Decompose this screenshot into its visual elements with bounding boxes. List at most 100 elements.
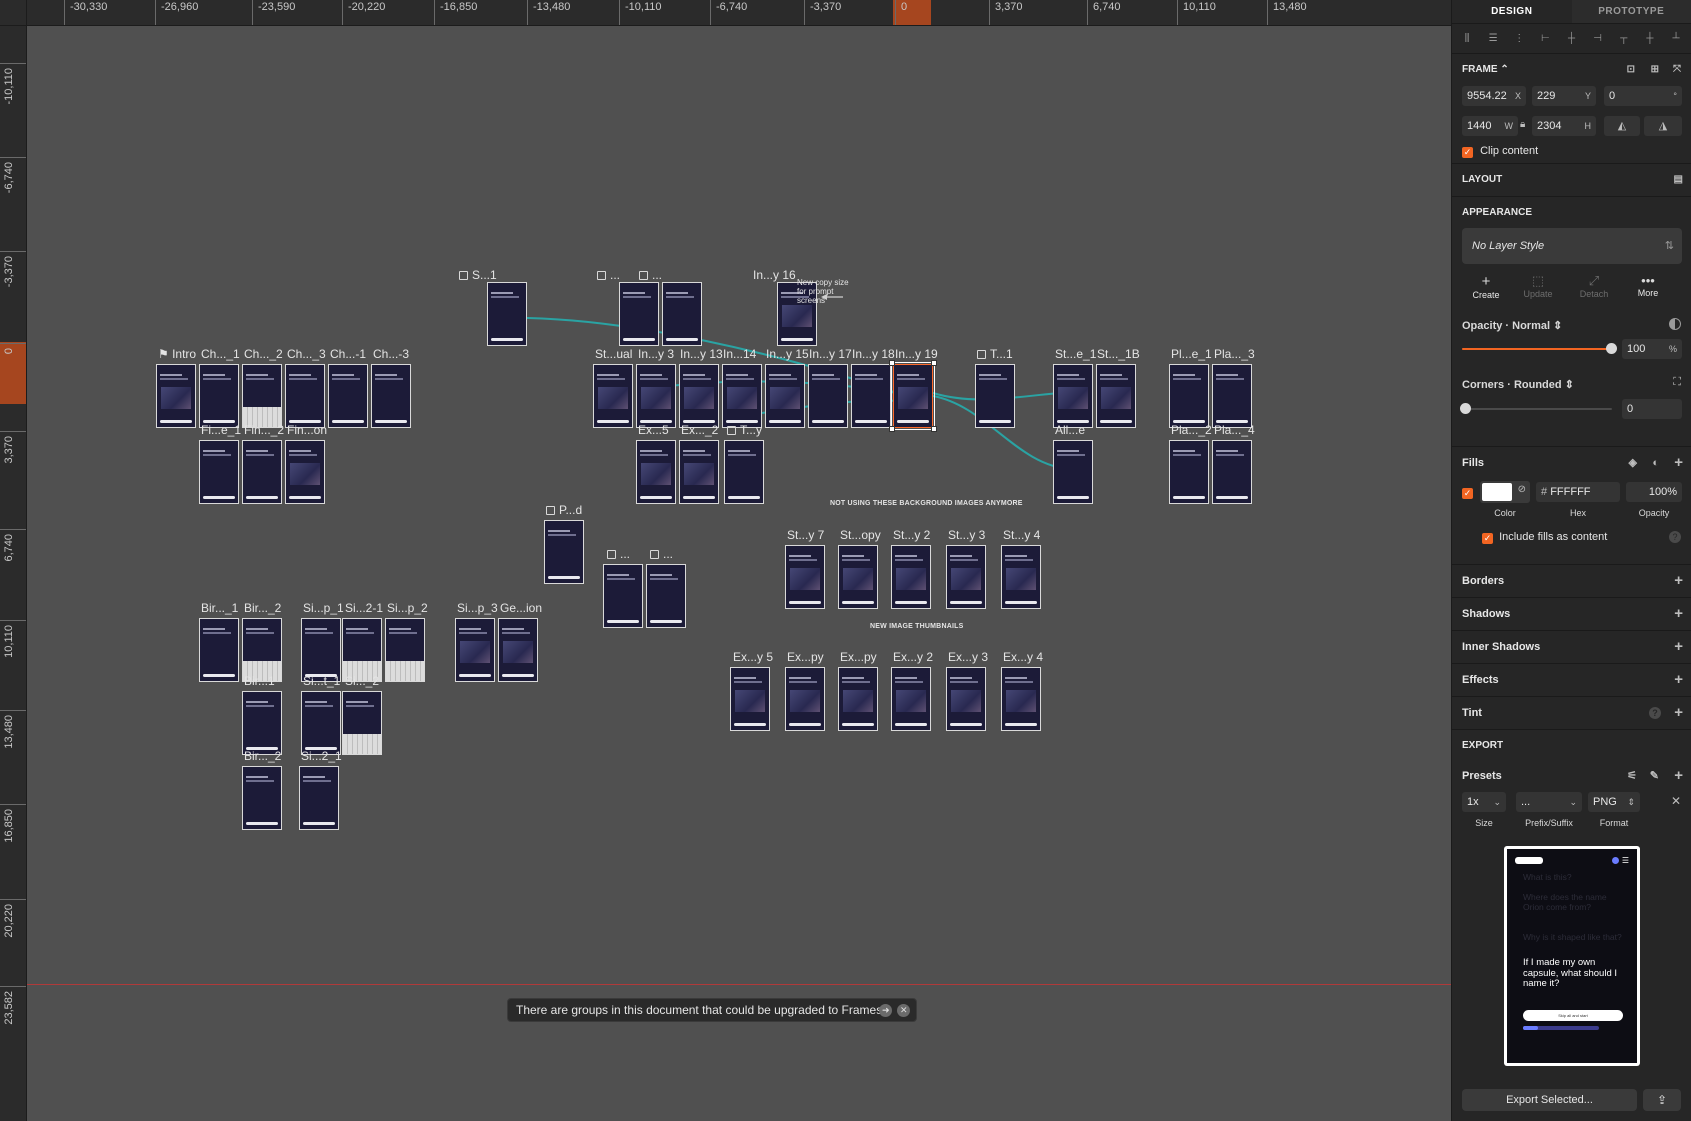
artboard-thumbnail[interactable] (498, 618, 538, 682)
artboard-thumbnail[interactable] (299, 766, 339, 830)
export-prefix-select[interactable]: ... ⌄ (1516, 792, 1582, 812)
artboard-label[interactable]: Fin..._2 (244, 423, 284, 437)
fill-hex-field[interactable]: # FFFFFF (1536, 482, 1620, 502)
tint-help-icon[interactable]: ? (1649, 707, 1661, 719)
resize-handle[interactable] (889, 360, 895, 366)
artboard-label[interactable]: Pla..._2 (1171, 423, 1212, 437)
layout-title[interactable]: LAYOUT ▤ (1452, 164, 1691, 196)
artboard-label[interactable]: S...1 (459, 268, 497, 282)
artboard-thumbnail[interactable] (619, 282, 659, 346)
artboard-label[interactable]: Ex...py (787, 650, 824, 664)
canvas[interactable]: S...1...... In...y 16 ⚑ Intro Ch..._1 Ch..._… (27, 26, 1451, 1121)
artboard-thumbnail[interactable] (371, 364, 411, 428)
artboard-label[interactable]: Ch...-3 (373, 347, 409, 361)
artboard-thumbnail[interactable] (242, 691, 282, 755)
add-shadow-plus-icon[interactable]: + (1674, 598, 1683, 630)
align-middle-icon[interactable]: ┼ (1643, 33, 1657, 45)
vertical-ruler[interactable]: -10,110 -6,740 -3,370 0 3,370 6,740 10,110 13,4… (0, 26, 27, 1121)
layer-style-dropdown[interactable]: No Layer Style ⇅ (1462, 228, 1682, 264)
artboard-thumbnail[interactable] (242, 364, 282, 428)
artboard-label[interactable]: In...y 18 (852, 347, 895, 361)
style-detach-button[interactable]: ⤢ Detach (1574, 273, 1614, 299)
artboard-thumbnail[interactable] (242, 440, 282, 504)
x-field[interactable]: 9554.22 X (1462, 86, 1526, 106)
artboard-thumbnail[interactable] (662, 282, 702, 346)
artboard-thumbnail[interactable] (724, 440, 764, 504)
artboard-label[interactable]: Pl...e_1 (1171, 347, 1212, 361)
artboard-label[interactable]: Si...2-1 (345, 601, 383, 615)
fill-color-swatch[interactable]: ⊘ (1480, 481, 1530, 503)
opacity-field[interactable]: 100% (1622, 339, 1682, 359)
artboard-label[interactable]: St...y 4 (1003, 528, 1040, 542)
artboard-label[interactable]: ... (597, 268, 620, 282)
artboard-label[interactable]: Fin...on (287, 423, 327, 437)
inner-shadows-title[interactable]: Inner Shadows + (1452, 631, 1691, 663)
artboard-thumbnail[interactable] (156, 364, 196, 428)
artboard-label[interactable]: Bir...1 (244, 674, 275, 688)
artboard-label[interactable]: Ex...y 2 (893, 650, 933, 664)
artboard-thumbnail[interactable] (679, 440, 719, 504)
toast-upgrade-arrow-icon[interactable]: ➜ (879, 1004, 893, 1017)
artboard-thumbnail[interactable] (328, 364, 368, 428)
artboard-thumbnail[interactable] (342, 618, 382, 682)
tab-design[interactable]: DESIGN (1452, 0, 1572, 23)
toast-close-icon[interactable]: ✕ (897, 1004, 911, 1017)
artboard-label[interactable]: Ch..._2 (244, 347, 283, 361)
corners-slider-track[interactable] (1462, 408, 1612, 410)
artboard-thumbnail[interactable] (1212, 440, 1252, 504)
artboard-label[interactable]: In...y 3 (638, 347, 674, 361)
artboard-label[interactable]: Fi...e_1 (201, 423, 241, 437)
frame-title[interactable]: FRAME ⌃ ⊡ ⊞ ⤧ (1452, 54, 1691, 86)
tint-title[interactable]: Tint? + (1452, 697, 1691, 729)
artboard-thumbnail[interactable] (722, 364, 762, 428)
artboard-thumbnail[interactable] (199, 440, 239, 504)
artboard-label[interactable]: Ex...y 4 (1003, 650, 1043, 664)
layers-icon[interactable]: ◈ (1629, 447, 1637, 479)
artboard-label[interactable]: In...14 (723, 347, 756, 361)
artboard-label[interactable]: St...y 2 (893, 528, 930, 542)
artboard-thumbnail[interactable] (593, 364, 633, 428)
lock-ratio-icon[interactable]: 🔒︎ (1520, 119, 1525, 130)
artboard-label[interactable]: Ge...ion (500, 601, 542, 615)
artboard-thumbnail[interactable] (646, 564, 686, 628)
include-fills-checkbox[interactable]: ✓ Include fills as content (1482, 531, 1607, 544)
borders-title[interactable]: Borders + (1452, 565, 1691, 597)
artboard-label[interactable]: Ch..._3 (287, 347, 326, 361)
artboard-thumbnail[interactable] (285, 440, 325, 504)
resize-handle[interactable] (931, 360, 937, 366)
fill-opacity-field[interactable]: 100% (1626, 482, 1682, 502)
horizontal-ruler[interactable]: -30,330 -26,960 -23,590 -20,220 -16,850 -13,4… (27, 0, 1451, 26)
artboard-thumbnail[interactable] (765, 364, 805, 428)
artboard-thumbnail[interactable] (603, 564, 643, 628)
resize-handle[interactable] (889, 426, 895, 432)
artboard-label[interactable]: Ex...py (840, 650, 877, 664)
artboard-label[interactable]: Ex...y 3 (948, 650, 988, 664)
artboard-thumbnail[interactable] (808, 364, 848, 428)
artboard-thumbnail[interactable] (242, 766, 282, 830)
horizontal-guide[interactable] (27, 984, 1451, 985)
flip-horizontal-button[interactable]: ◭ (1604, 116, 1640, 136)
artboard-label[interactable]: Ex...5 (638, 423, 669, 437)
share-icon[interactable]: ⇪ (1643, 1089, 1681, 1111)
artboard-thumbnail[interactable] (785, 545, 825, 609)
artboard-label[interactable]: ... (607, 547, 630, 561)
export-format-select[interactable]: PNG ⇕ (1588, 792, 1640, 812)
artboard-label[interactable]: In...y 19 (895, 347, 938, 361)
remove-export-icon[interactable]: ✕ (1671, 794, 1681, 808)
artboard-thumbnail[interactable] (851, 364, 891, 428)
artboard-thumbnail[interactable] (838, 545, 878, 609)
h-field[interactable]: 2304 H (1532, 116, 1596, 136)
slice-knife-icon[interactable]: ✎ (1650, 762, 1659, 790)
resize-handle[interactable] (931, 426, 937, 432)
resize-content-icon[interactable]: ⊞ (1651, 54, 1659, 86)
artboard-thumbnail[interactable] (199, 364, 239, 428)
collapse-icon[interactable]: ⤧ (1673, 54, 1681, 86)
artboard-label[interactable]: Bir..._2 (244, 601, 281, 615)
artboard-thumbnail[interactable] (199, 618, 239, 682)
artboard-label[interactable]: In...y 13 (680, 347, 723, 361)
artboard-thumbnail[interactable] (342, 691, 382, 755)
artboard-label[interactable]: In...y 16 (753, 268, 796, 282)
artboard-thumbnail[interactable] (1053, 364, 1093, 428)
artboard-label[interactable]: St..._1B (1097, 347, 1140, 361)
artboard-label[interactable]: Bir..._1 (201, 601, 238, 615)
